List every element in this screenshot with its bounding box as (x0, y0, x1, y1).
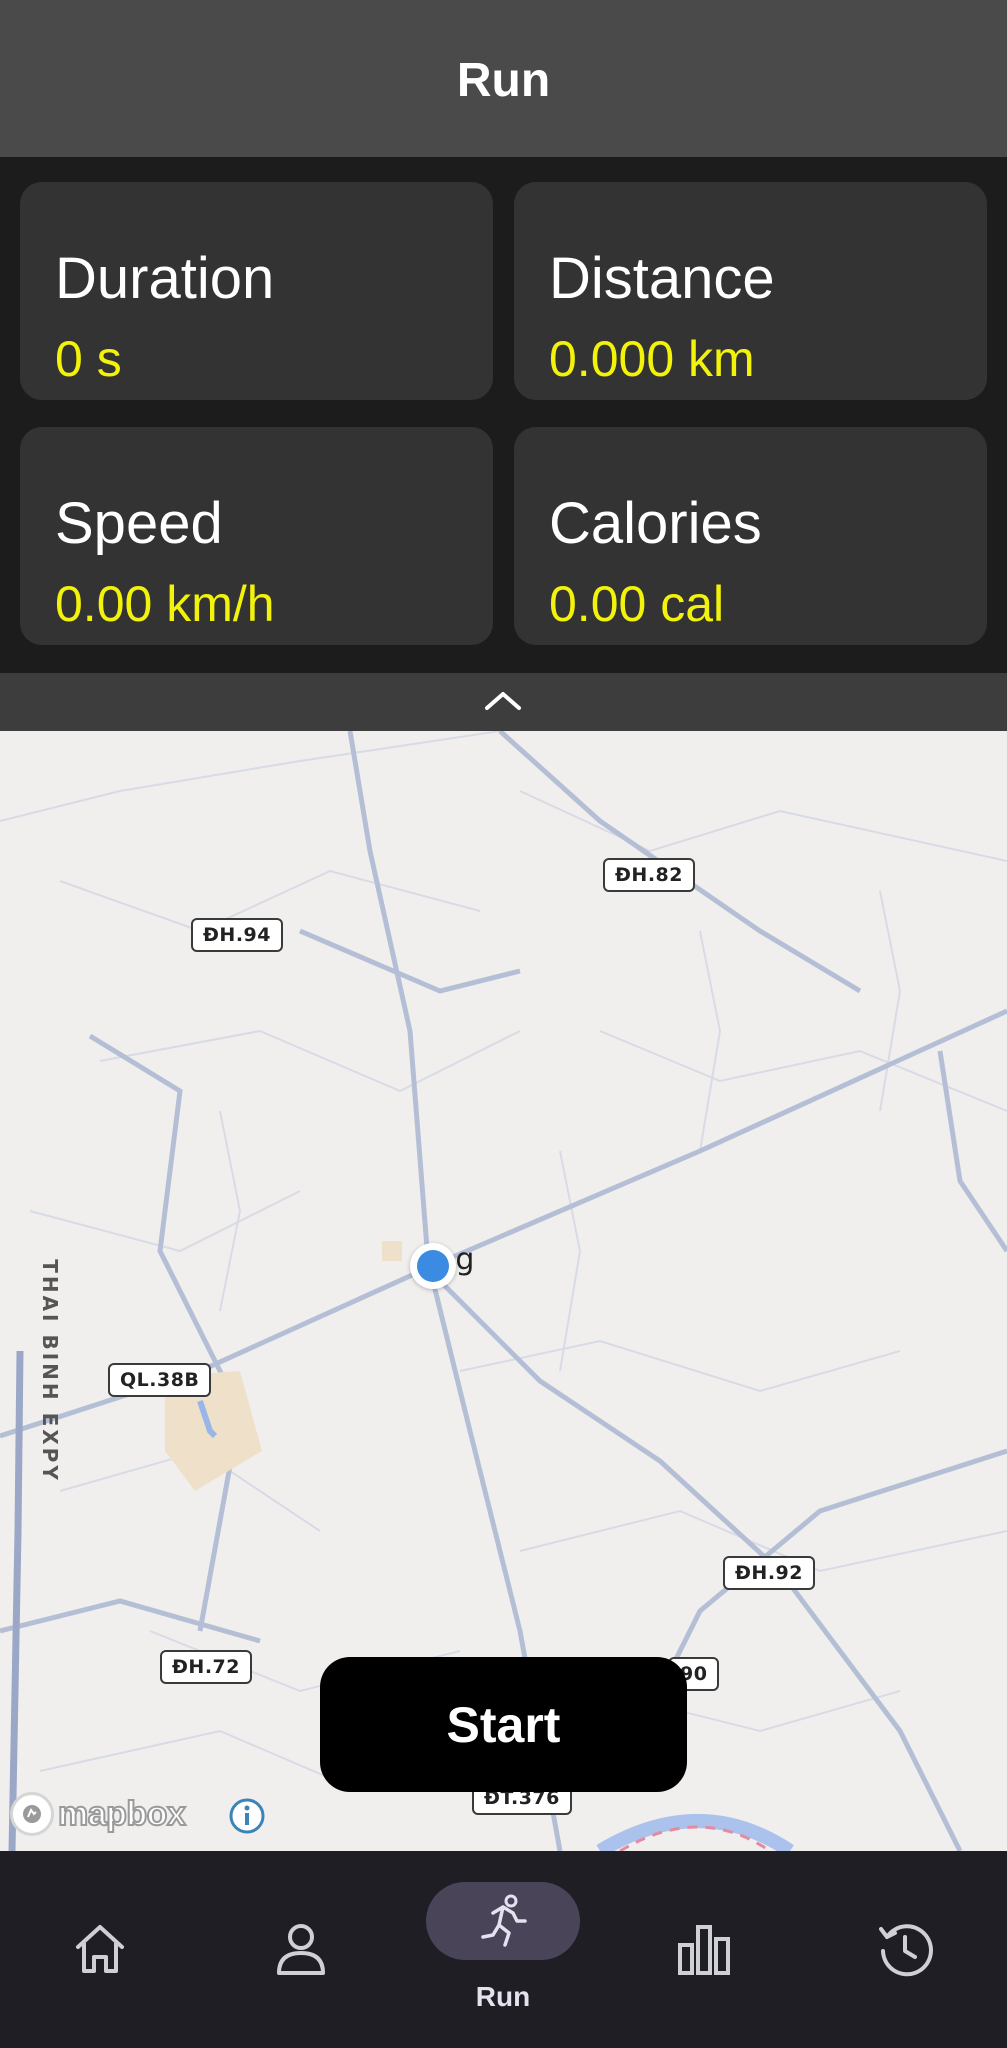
nav-item-stats[interactable] (644, 1851, 764, 2048)
nav-item-profile[interactable] (241, 1851, 361, 2048)
expressway-label: THAI BINH EXPY (37, 1259, 62, 1483)
bottom-nav: Run (0, 1851, 1007, 2048)
current-location-marker (410, 1243, 456, 1289)
duration-card: Duration 0 s (20, 182, 493, 400)
calories-label: Calories (549, 491, 762, 556)
road-label: ĐH.72 (160, 1650, 252, 1684)
chevron-up-icon (485, 692, 521, 710)
stats-panel: Duration 0 s Distance 0.000 km Speed 0.0… (0, 157, 1007, 673)
speed-label: Speed (55, 491, 223, 556)
bar-chart-icon (678, 1925, 730, 1975)
road-label: ĐH.82 (603, 858, 695, 892)
speed-value: 0.00 km/h (55, 576, 275, 632)
distance-label: Distance (549, 246, 775, 311)
nav-label-run: Run (475, 1981, 531, 2012)
mapbox-logo[interactable]: mapbox (10, 1792, 187, 1836)
person-icon (277, 1924, 325, 1975)
road-label: QL.38B (108, 1363, 212, 1397)
distance-card: Distance 0.000 km (514, 182, 987, 400)
running-icon (481, 1894, 527, 1947)
app-bar: Run (0, 0, 1007, 157)
distance-value: 0.000 km (549, 331, 755, 387)
mapbox-icon (10, 1792, 54, 1836)
duration-label: Duration (55, 246, 275, 311)
calories-value: 0.00 cal (549, 576, 725, 632)
home-icon (76, 1925, 124, 1973)
road-label: ĐH.94 (191, 918, 283, 952)
history-icon (879, 1924, 933, 1977)
duration-value: 0 s (55, 331, 122, 387)
start-button[interactable]: Start (320, 1657, 687, 1792)
speed-card: Speed 0.00 km/h (20, 427, 493, 645)
mapbox-wordmark: mapbox (57, 1794, 187, 1834)
road-label: ĐH.92 (723, 1556, 815, 1590)
nav-item-run[interactable]: Run (426, 1851, 580, 2048)
nav-item-history[interactable] (845, 1851, 965, 2048)
page-title: Run (456, 54, 551, 107)
info-icon[interactable] (228, 1797, 266, 1835)
nav-item-home[interactable] (40, 1851, 160, 2048)
collapse-stats-toggle[interactable] (0, 673, 1007, 731)
calories-card: Calories 0.00 cal (514, 427, 987, 645)
